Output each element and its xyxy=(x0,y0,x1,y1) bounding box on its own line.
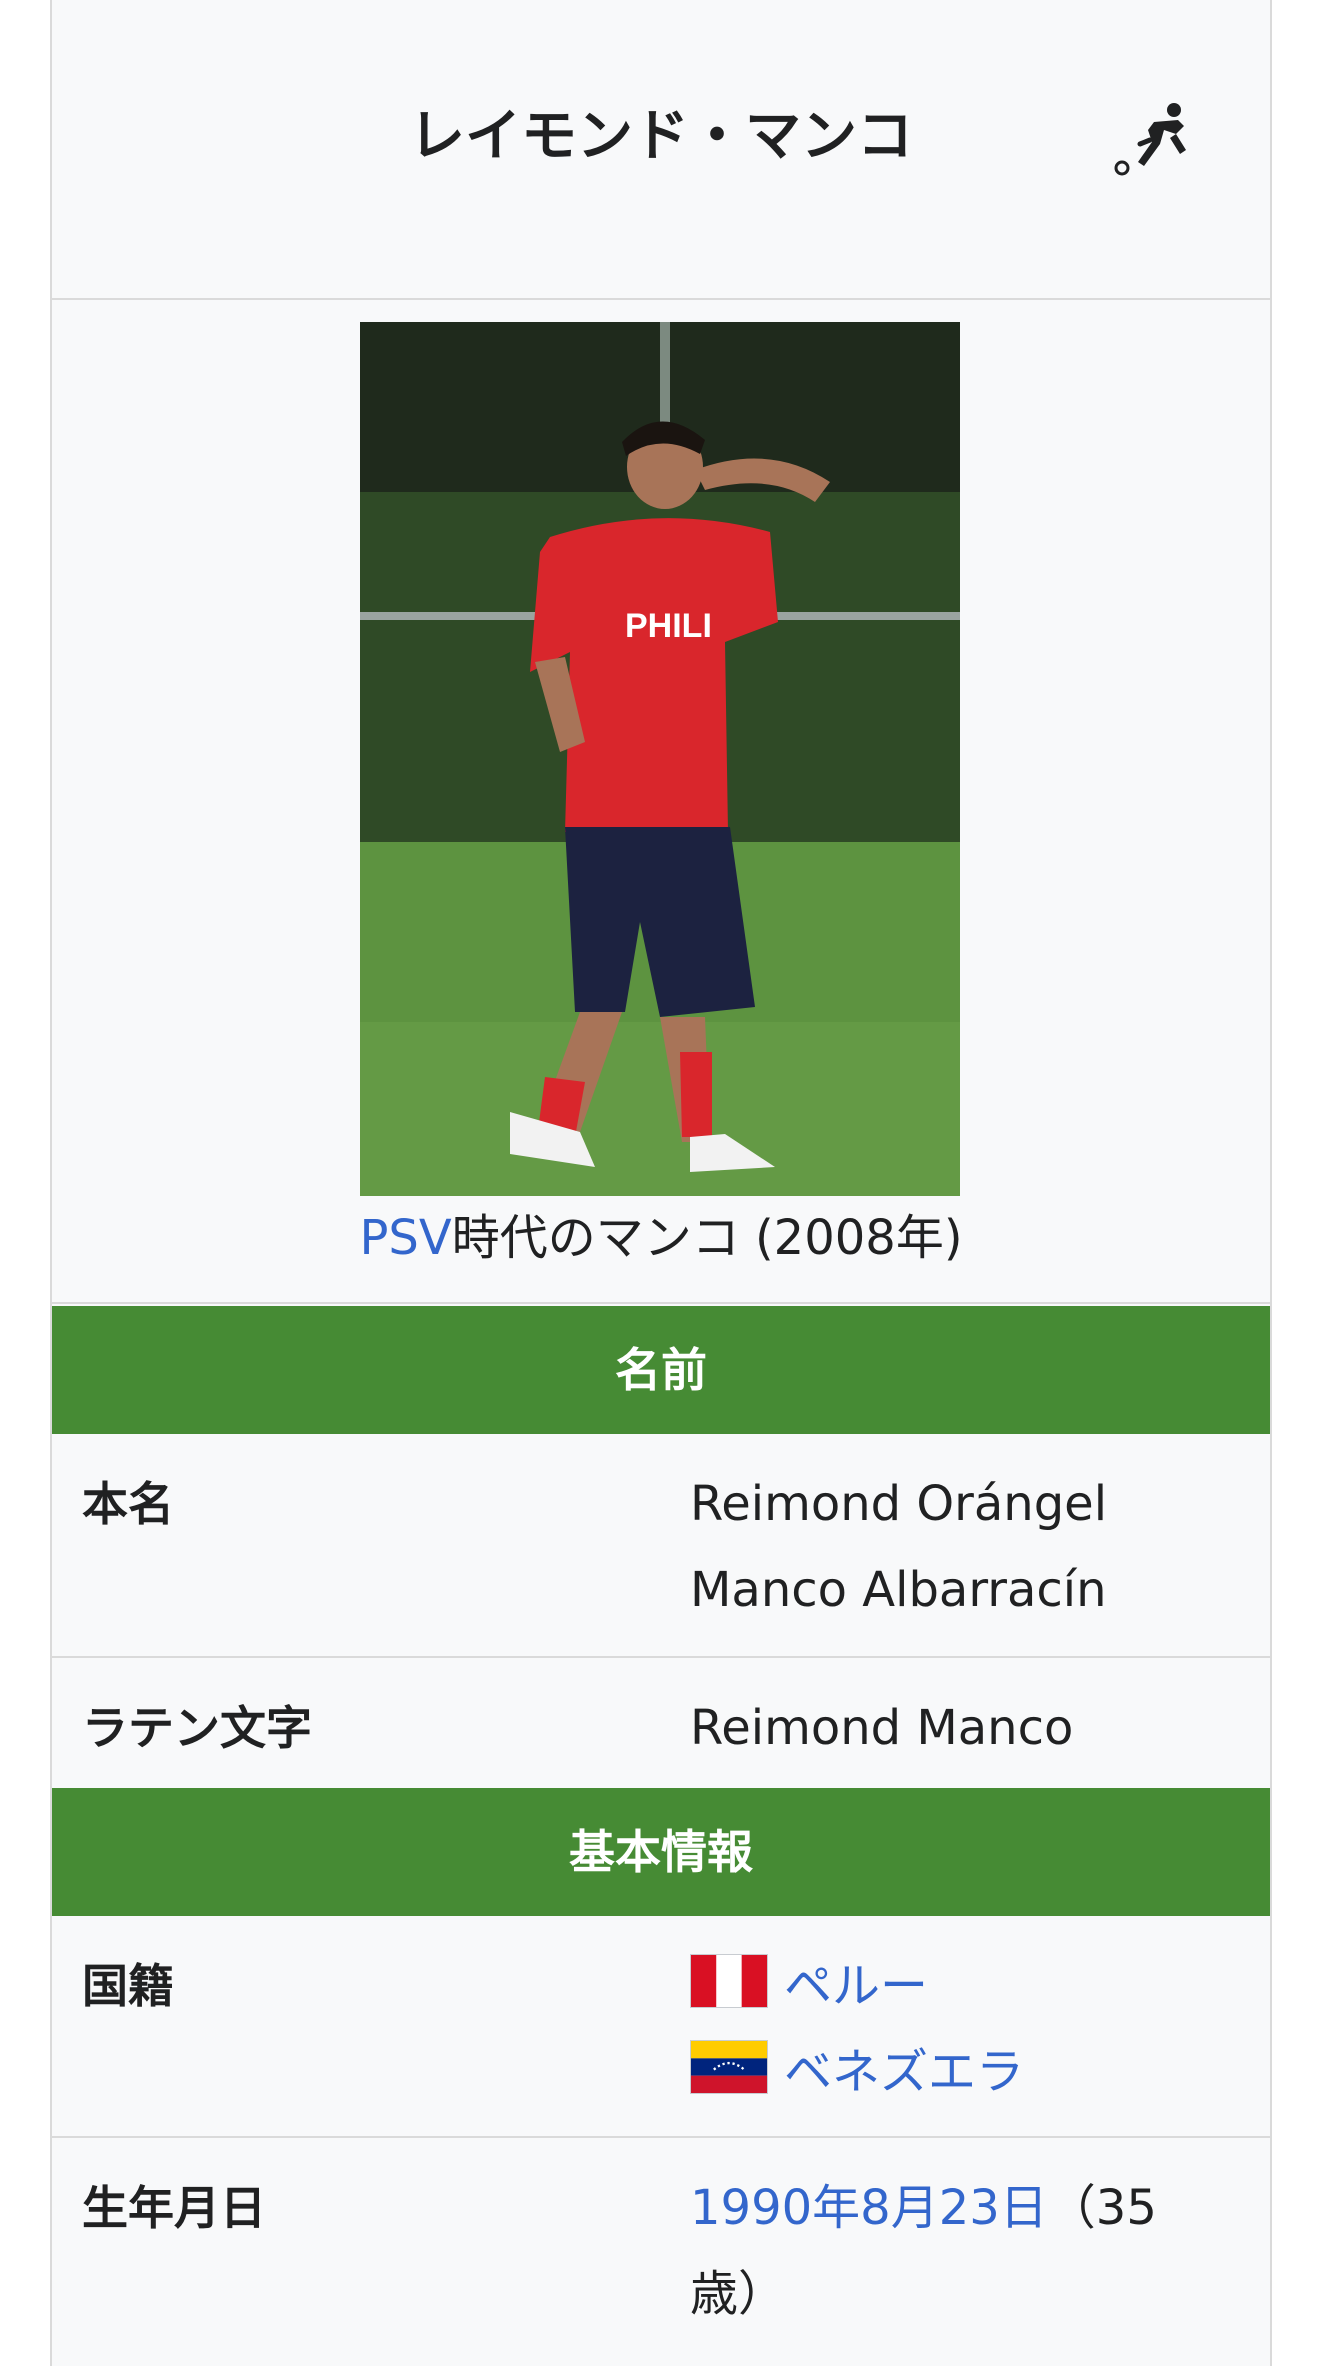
row-label-real-name: 本名 xyxy=(82,1477,174,1531)
infobox-title-row: レイモンド・マンコ xyxy=(52,0,1270,300)
age-text: （35 xyxy=(1047,2180,1157,2236)
section-header-basic-info: 基本情報 xyxy=(52,1788,1270,1916)
birth-date-line-1: 1990年8月23日（35 xyxy=(690,2165,1250,2251)
peru-link[interactable]: ペルー xyxy=(784,1958,928,2014)
nationality-item: ベネズエラ xyxy=(690,2029,1250,2115)
birth-date-link[interactable]: 1990年8月23日 xyxy=(690,2180,1048,2236)
row-label-latin-name: ラテン文字 xyxy=(82,1701,312,1755)
real-name-line-2: Manco Albarracín xyxy=(690,1562,1107,1618)
row-value-nationality: ペルー ベネズエラ xyxy=(690,1954,1250,2126)
row-value-latin-name: Reimond Manco xyxy=(690,1696,1250,1782)
peru-flag-icon xyxy=(690,1954,768,2008)
row-nationality: 国籍 ペルー ベネズエラ xyxy=(52,1916,1270,2138)
row-real-name: 本名 Reimond Orángel Manco Albarracín xyxy=(52,1434,1270,1658)
nationality-item: ペルー xyxy=(690,1943,1250,2029)
latin-name-value: Reimond Manco xyxy=(690,1700,1074,1756)
real-name-line-1: Reimond Orángel xyxy=(690,1476,1108,1532)
row-value-birth-date: 1990年8月23日（35 歳） xyxy=(690,2176,1250,2348)
infobox: レイモンド・マンコ PHILI PSV時代のマンコ (2008年) 名前 本名 … xyxy=(50,0,1272,2366)
age-text-line-2: 歳） xyxy=(690,2266,787,2322)
venezuela-flag-icon xyxy=(690,2040,768,2094)
psv-link[interactable]: PSV xyxy=(359,1210,451,1266)
row-birth-date: 生年月日 1990年8月23日（35 歳） xyxy=(52,2138,1270,2366)
row-label-birth-date: 生年月日 xyxy=(82,2181,266,2235)
caption-text: 時代のマンコ (2008年) xyxy=(451,1210,963,1266)
venezuela-link[interactable]: ベネズエラ xyxy=(784,2044,1024,2100)
section-header-name: 名前 xyxy=(52,1306,1270,1434)
row-label-nationality: 国籍 xyxy=(82,1959,174,2013)
image-caption: PSV時代のマンコ (2008年) xyxy=(52,1206,1270,1270)
soccer-player-kicking-icon xyxy=(1114,103,1186,176)
row-value-real-name: Reimond Orángel Manco Albarracín xyxy=(690,1472,1250,1644)
row-latin-name: ラテン文字 Reimond Manco xyxy=(52,1658,1270,1790)
player-photo[interactable]: PHILI xyxy=(360,322,960,1196)
infobox-title: レイモンド・マンコ xyxy=(409,104,913,169)
shirt-text: PHILI xyxy=(625,607,712,645)
infobox-image-row: PHILI PSV時代のマンコ (2008年) xyxy=(52,302,1270,1304)
